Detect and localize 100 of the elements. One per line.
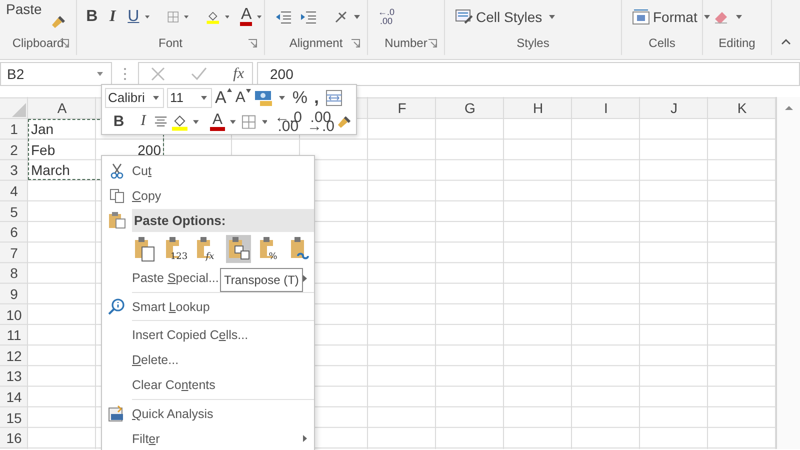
caret-icon[interactable] [230,120,236,124]
menu-item[interactable]: Delete... [132,353,179,368]
shrink-font-button[interactable]: A [235,89,252,106]
increase-decimal-button[interactable]: ←.0 .00 [274,112,302,130]
column-header[interactable]: G [464,100,476,116]
group-label: Number [384,36,428,50]
menu-item[interactable]: Insert Copied Cells... [132,328,248,342]
scroll-up-icon[interactable] [784,105,792,110]
font-color-button[interactable]: A [240,7,252,26]
paste-button[interactable]: Paste [6,1,42,17]
percent-button[interactable]: % [292,88,308,108]
format-cells-icon [632,8,650,24]
increase-decimal-button[interactable]: ←.0 .00 [378,8,395,26]
column-header[interactable]: J [670,100,678,116]
row-header[interactable]: 2 [10,142,18,158]
menu-item[interactable]: Smart Lookup [132,300,210,314]
row-header[interactable]: 13 [6,368,22,384]
column-header[interactable]: K [737,100,747,116]
caret-icon[interactable] [145,14,150,18]
grow-font-button[interactable]: A [215,88,232,108]
paste-option-button[interactable] [226,234,252,263]
merge-center-icon[interactable] [325,88,344,106]
row-header[interactable]: 7 [10,244,18,261]
menu-item[interactable]: Paste Special... [132,271,219,286]
column-header[interactable]: I [604,100,608,116]
menu-item[interactable]: Copy [132,188,162,203]
clipboard-icon [108,211,126,230]
row-header[interactable]: 4 [10,183,18,200]
font-dropdown[interactable]: Calibri [105,88,164,108]
format-button[interactable]: B [111,113,126,130]
menu-item[interactable]: Cut [132,164,152,178]
group-label: Font [158,36,182,50]
format-button[interactable]: U [126,8,140,26]
paste-option-button[interactable] [132,234,158,263]
cell-text: Jan [31,121,54,138]
row-header[interactable]: 11 [6,327,22,344]
caret-icon[interactable] [257,14,262,18]
currency-icon[interactable] [254,88,274,106]
caret-icon[interactable] [354,14,360,18]
caret-icon[interactable] [262,120,268,124]
vertical-scrollbar[interactable] [776,97,800,449]
insert-function-button[interactable]: fx [233,66,244,82]
row-header[interactable]: 5 [10,204,18,220]
decrease-indent-icon[interactable] [275,10,291,24]
row-header[interactable]: 8 [10,265,18,282]
up-triangle-icon [227,88,232,92]
column-header[interactable]: A [57,100,67,116]
row-header[interactable]: 14 [6,389,22,406]
dialog-launcher-icon[interactable] [248,39,257,48]
quick-analysis-icon [108,404,126,423]
format-painter-icon[interactable] [50,14,67,30]
caret-icon[interactable] [184,14,189,18]
menu-item[interactable]: Filter [132,432,160,446]
menu-item[interactable]: Quick Analysis [132,406,214,421]
format-button[interactable]: Format [632,8,710,24]
borders-icon[interactable] [166,8,180,24]
dialog-launcher-icon[interactable] [428,39,437,48]
align-center-icon[interactable] [154,114,168,128]
column-header[interactable]: H [532,100,544,116]
caret-icon[interactable] [736,14,742,18]
cell-styles-button[interactable]: Cell Styles [455,8,556,24]
row-header[interactable]: 6 [10,224,18,240]
row-header[interactable]: 3 [10,162,18,178]
dialog-launcher-icon[interactable] [351,39,360,48]
tooltip: Transpose (T) [220,268,303,292]
row-header[interactable]: 12 [6,348,22,364]
comma-style-button[interactable]: , [310,87,322,108]
format-button[interactable]: B [85,8,99,26]
row-header[interactable]: 16 [6,430,22,446]
format-painter-icon[interactable] [337,114,353,130]
row-header[interactable]: 1 [10,121,18,138]
caret-icon[interactable] [193,120,199,124]
paste-option-button[interactable]: fx [194,234,220,263]
collapse-ribbon-icon[interactable] [781,39,791,45]
paste-option-button[interactable]: 123 [163,234,189,263]
increase-indent-icon[interactable] [300,10,316,24]
caret-icon[interactable] [224,14,230,18]
caret-icon [97,72,103,76]
text-orientation-icon[interactable] [333,8,349,24]
format-button[interactable]: I [136,113,151,130]
menu-item[interactable]: Clear Contents [132,378,216,392]
paste-option-button[interactable]: % [257,234,283,263]
borders-icon[interactable] [241,114,257,130]
font-color-button[interactable]: A [210,112,226,131]
formula-field[interactable]: 200 [257,62,800,86]
format-button[interactable]: I [106,8,120,26]
cell-styles-icon [455,8,473,24]
row-header[interactable]: 15 [6,410,22,426]
column-header[interactable]: F [398,100,406,116]
caret-icon [704,14,710,18]
row-header[interactable]: 9 [10,286,18,302]
caret-icon [549,14,556,18]
name-box[interactable]: B2 [0,62,112,86]
group-label: Editing [718,36,756,50]
font-size-dropdown[interactable]: 11 [167,88,212,108]
row-header[interactable]: 10 [6,306,22,323]
grip-icon [123,67,127,81]
decrease-decimal-button[interactable]: .00 →.0 [306,112,334,130]
fill-color-icon[interactable] [170,112,188,130]
copy-icon [109,188,125,204]
